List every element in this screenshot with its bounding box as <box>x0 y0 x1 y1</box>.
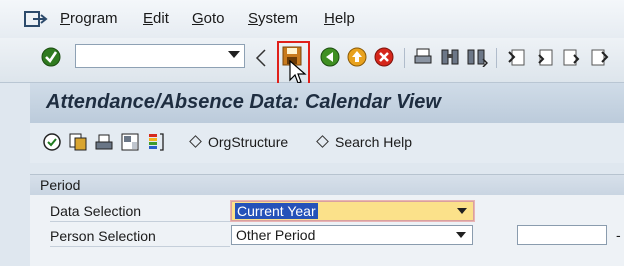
menu-goto[interactable]: Goto <box>192 10 225 27</box>
label-underline <box>50 221 230 222</box>
application-toolbar: OrgStructure Search Help <box>30 123 624 163</box>
menu-system[interactable]: System <box>248 10 298 27</box>
back-icon[interactable] <box>320 47 340 67</box>
data-selection-dropdown[interactable]: Current Year <box>231 201 474 221</box>
search-help-label: Search Help <box>335 134 413 150</box>
toolbar-separator <box>496 48 497 68</box>
diamond-icon <box>316 135 329 148</box>
first-page-icon[interactable] <box>506 47 526 67</box>
diamond-icon <box>189 135 202 148</box>
print-icon[interactable] <box>94 132 114 152</box>
label-underline <box>50 246 230 247</box>
exit-menu-icon[interactable] <box>24 10 48 28</box>
period-title: Period <box>40 177 81 193</box>
data-selection-label: Data Selection <box>50 203 142 219</box>
previous-page-icon[interactable] <box>534 47 554 67</box>
person-selection-value: Other Period <box>236 227 316 243</box>
period-group: Period Data Selection Current Year Perso… <box>30 174 624 266</box>
exit-icon[interactable] <box>347 47 367 67</box>
search-help-button[interactable]: Search Help <box>316 134 413 150</box>
period-header: Period <box>30 175 624 195</box>
find-icon[interactable] <box>440 47 460 67</box>
last-page-icon[interactable] <box>590 47 610 67</box>
page-title: Attendance/Absence Data: Calendar View <box>46 91 441 113</box>
chevron-down-icon[interactable] <box>457 208 467 214</box>
toolbar-separator <box>404 48 405 68</box>
chevron-down-icon[interactable] <box>456 232 466 238</box>
layout-icon[interactable] <box>120 132 140 152</box>
menu-program[interactable]: Program <box>60 10 118 27</box>
left-margin <box>0 83 30 265</box>
menu-help[interactable]: Help <box>324 10 355 27</box>
command-field[interactable] <box>75 44 245 68</box>
range-dash: - <box>616 227 621 243</box>
data-selection-value: Current Year <box>235 203 318 219</box>
find-next-icon[interactable] <box>466 47 488 67</box>
person-selection-dropdown[interactable]: Other Period <box>231 225 473 245</box>
orgstructure-label: OrgStructure <box>208 134 289 150</box>
print-icon[interactable] <box>414 47 432 67</box>
back-arrow-icon[interactable] <box>255 47 267 69</box>
menu-edit[interactable]: Edit <box>143 10 169 27</box>
title-bar: Attendance/Absence Data: Calendar View <box>30 83 624 123</box>
orgstructure-button[interactable]: OrgStructure <box>189 134 289 150</box>
cancel-icon[interactable] <box>374 47 394 67</box>
enter-icon[interactable] <box>40 46 62 68</box>
menu-bar: Program Edit Goto System Help <box>0 0 624 38</box>
execute-icon[interactable] <box>42 132 62 152</box>
copy-icon[interactable] <box>68 132 88 152</box>
command-field-dropdown-icon[interactable] <box>228 51 240 58</box>
next-page-icon[interactable] <box>562 47 582 67</box>
person-selection-label: Person Selection <box>50 228 156 244</box>
color-legend-icon[interactable] <box>146 132 166 152</box>
period-from-field[interactable] <box>517 225 607 245</box>
standard-toolbar <box>0 38 624 86</box>
